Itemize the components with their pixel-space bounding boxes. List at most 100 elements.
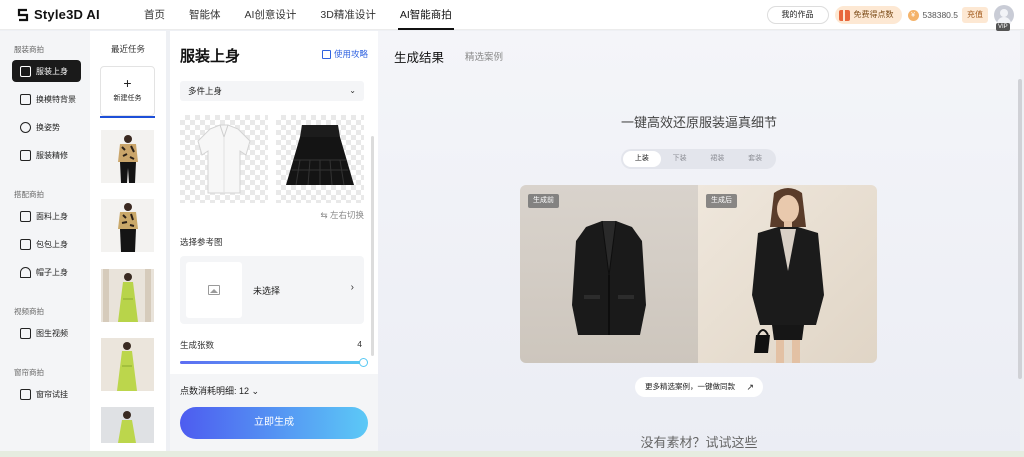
sidebar-item-bag[interactable]: 包包上身 [12, 233, 81, 255]
garment-upload-bottom[interactable] [276, 115, 364, 203]
image-count-label: 生成张数 [180, 340, 215, 350]
image-count-slider[interactable] [180, 358, 368, 367]
sidebar-item-label: 面料上身 [36, 211, 68, 221]
new-task-button[interactable]: + 新建任务 [100, 66, 155, 116]
nav-item-home[interactable]: 首页 [132, 0, 177, 30]
nav-item-3d-design[interactable]: 3D精准设计 [308, 0, 387, 30]
segment-bottoms[interactable]: 下装 [661, 151, 699, 167]
task-thumbnail[interactable] [101, 130, 154, 183]
nav-item-ai-design[interactable]: AI创意设计 [233, 0, 309, 30]
nav-item-ai-photo[interactable]: AI智能商拍 [388, 0, 464, 30]
tab-featured-cases[interactable]: 精选案例 [465, 49, 503, 63]
feature-headline: 一键高效还原服装逼真细节 [620, 115, 777, 130]
segment-sets[interactable]: 套装 [736, 151, 774, 167]
more-cases-label: 更多精选案例，一键做同款 [645, 382, 735, 391]
points-cost-detail[interactable]: 点数消耗明细: 12 ⌄ [180, 384, 259, 397]
sidebar-item-label: 窗帘试挂 [36, 389, 68, 399]
before-tag: 生成前 [528, 194, 559, 208]
recent-tasks-panel: 最近任务 + 新建任务 [90, 31, 166, 451]
video-icon [20, 327, 31, 339]
model-bg-icon [20, 93, 31, 105]
sidebar-group-clothing: 服装商拍 [14, 45, 44, 54]
no-material-heading: 没有素材？试试这些 [640, 435, 758, 450]
points-balance: ¥ 538380.5 [907, 9, 958, 21]
garment-upload-top[interactable] [180, 115, 268, 203]
model-floral-top-image [101, 130, 154, 183]
after-image: 生成后 [698, 185, 877, 363]
free-points-label: 免费得点数 [853, 10, 894, 19]
sidebar-item-curtain[interactable]: 窗帘试挂 [12, 383, 81, 405]
config-panel: 服装上身 使用攻略 多件上身 ⌄ ⇆ 左右切换 选择参考图 未选择 › 生成张数… [170, 31, 378, 451]
slider-handle[interactable] [359, 358, 368, 367]
user-avatar[interactable]: VIP [994, 5, 1014, 31]
free-points-button[interactable]: 免费得点数 [834, 6, 902, 24]
recharge-button[interactable]: 充值 [962, 7, 988, 23]
sidebar-item-clothing-on-model[interactable]: 服装上身 [12, 60, 81, 82]
model-wearing-blazer-image [752, 188, 824, 363]
category-segmented-control: 上装 下装 裙装 套装 [621, 149, 776, 169]
fabric-icon [20, 210, 31, 222]
new-task-active-indicator [100, 116, 155, 118]
sidebar-item-image-to-video[interactable]: 图生视频 [12, 322, 81, 344]
model-green-dress-image [101, 338, 154, 391]
bag-icon [20, 238, 31, 250]
left-sidebar: 服装商拍 服装上身 换模特背景 换姿势 服装精修 搭配商拍 面料上身 包包上身 … [0, 31, 90, 451]
sidebar-item-label: 服装精修 [36, 150, 68, 160]
task-thumbnail[interactable] [101, 338, 154, 391]
image-count-value: 4 [357, 339, 362, 349]
style3d-logo-icon [17, 8, 29, 21]
results-scrollbar[interactable] [1018, 79, 1022, 379]
tab-results[interactable]: 生成结果 [394, 47, 444, 66]
model-green-dress-image [101, 269, 154, 322]
model-floral-top-image [101, 199, 154, 252]
mode-select-value: 多件上身 [188, 86, 223, 96]
before-after-comparison: 生成前 生成后 [520, 185, 877, 363]
brand-name: Style3D AI [34, 7, 100, 22]
coin-icon: ¥ [907, 9, 919, 21]
sidebar-item-label: 服装上身 [36, 66, 68, 76]
more-cases-button[interactable]: 更多精选案例，一键做同款 ↗ [635, 377, 763, 397]
reference-image-label: 选择参考图 [180, 237, 223, 247]
curtain-icon [20, 388, 31, 400]
reference-image-selector[interactable]: 未选择 › [180, 256, 364, 324]
segment-dresses[interactable]: 裙装 [699, 151, 737, 167]
brand-logo[interactable]: Style3D AI [16, 7, 116, 22]
task-thumbnail[interactable] [101, 199, 154, 252]
usage-guide-label: 使用攻略 [333, 49, 368, 59]
main-nav: 首页 智能体 AI创意设计 3D精准设计 AI智能商拍 [132, 0, 464, 30]
chevron-right-icon: › [350, 282, 354, 293]
segment-tops[interactable]: 上装 [623, 151, 661, 167]
sidebar-item-label: 包包上身 [36, 239, 68, 249]
mode-select[interactable]: 多件上身 ⌄ [180, 81, 364, 101]
sidebar-item-fabric[interactable]: 面料上身 [12, 205, 81, 227]
task-thumbnail[interactable] [101, 407, 154, 443]
sidebar-item-hat[interactable]: 帽子上身 [12, 261, 81, 283]
my-works-button[interactable]: 我的作品 [766, 6, 829, 24]
usage-guide-link[interactable]: 使用攻略 [321, 48, 368, 60]
white-shirt-image [197, 124, 251, 194]
sidebar-item-change-background[interactable]: 换模特背景 [12, 88, 81, 110]
swap-left-right-button[interactable]: ⇆ 左右切换 [321, 209, 364, 221]
sidebar-item-label: 换模特背景 [36, 94, 76, 104]
sidebar-item-change-pose[interactable]: 换姿势 [12, 116, 81, 138]
vip-badge: VIP [996, 23, 1010, 31]
plus-icon: + [123, 75, 132, 91]
sidebar-group-video: 视频商拍 [14, 307, 44, 316]
generate-button[interactable]: 立即生成 [180, 407, 368, 439]
sidebar-item-label: 图生视频 [36, 328, 68, 338]
sidebar-item-label: 帽子上身 [36, 267, 68, 277]
refine-icon [20, 149, 31, 161]
nav-item-agent[interactable]: 智能体 [177, 0, 233, 30]
results-area: 生成结果 精选案例 一键高效还原服装逼真细节 上装 下装 裙装 套装 生成前 生… [378, 31, 1022, 451]
chevron-down-icon: ⌄ [349, 86, 356, 95]
page-title: 服装上身 [180, 48, 241, 65]
recent-tasks-title: 最近任务 [110, 44, 145, 54]
sidebar-item-refine[interactable]: 服装精修 [12, 144, 81, 166]
config-scrollbar[interactable] [371, 136, 374, 356]
sidebar-group-curtain: 窗帘商拍 [14, 368, 44, 377]
task-thumbnail[interactable] [101, 269, 154, 322]
sidebar-group-accessory: 搭配商拍 [14, 190, 44, 199]
hat-icon [20, 266, 31, 278]
image-icon [208, 285, 220, 295]
gift-icon [838, 9, 850, 21]
